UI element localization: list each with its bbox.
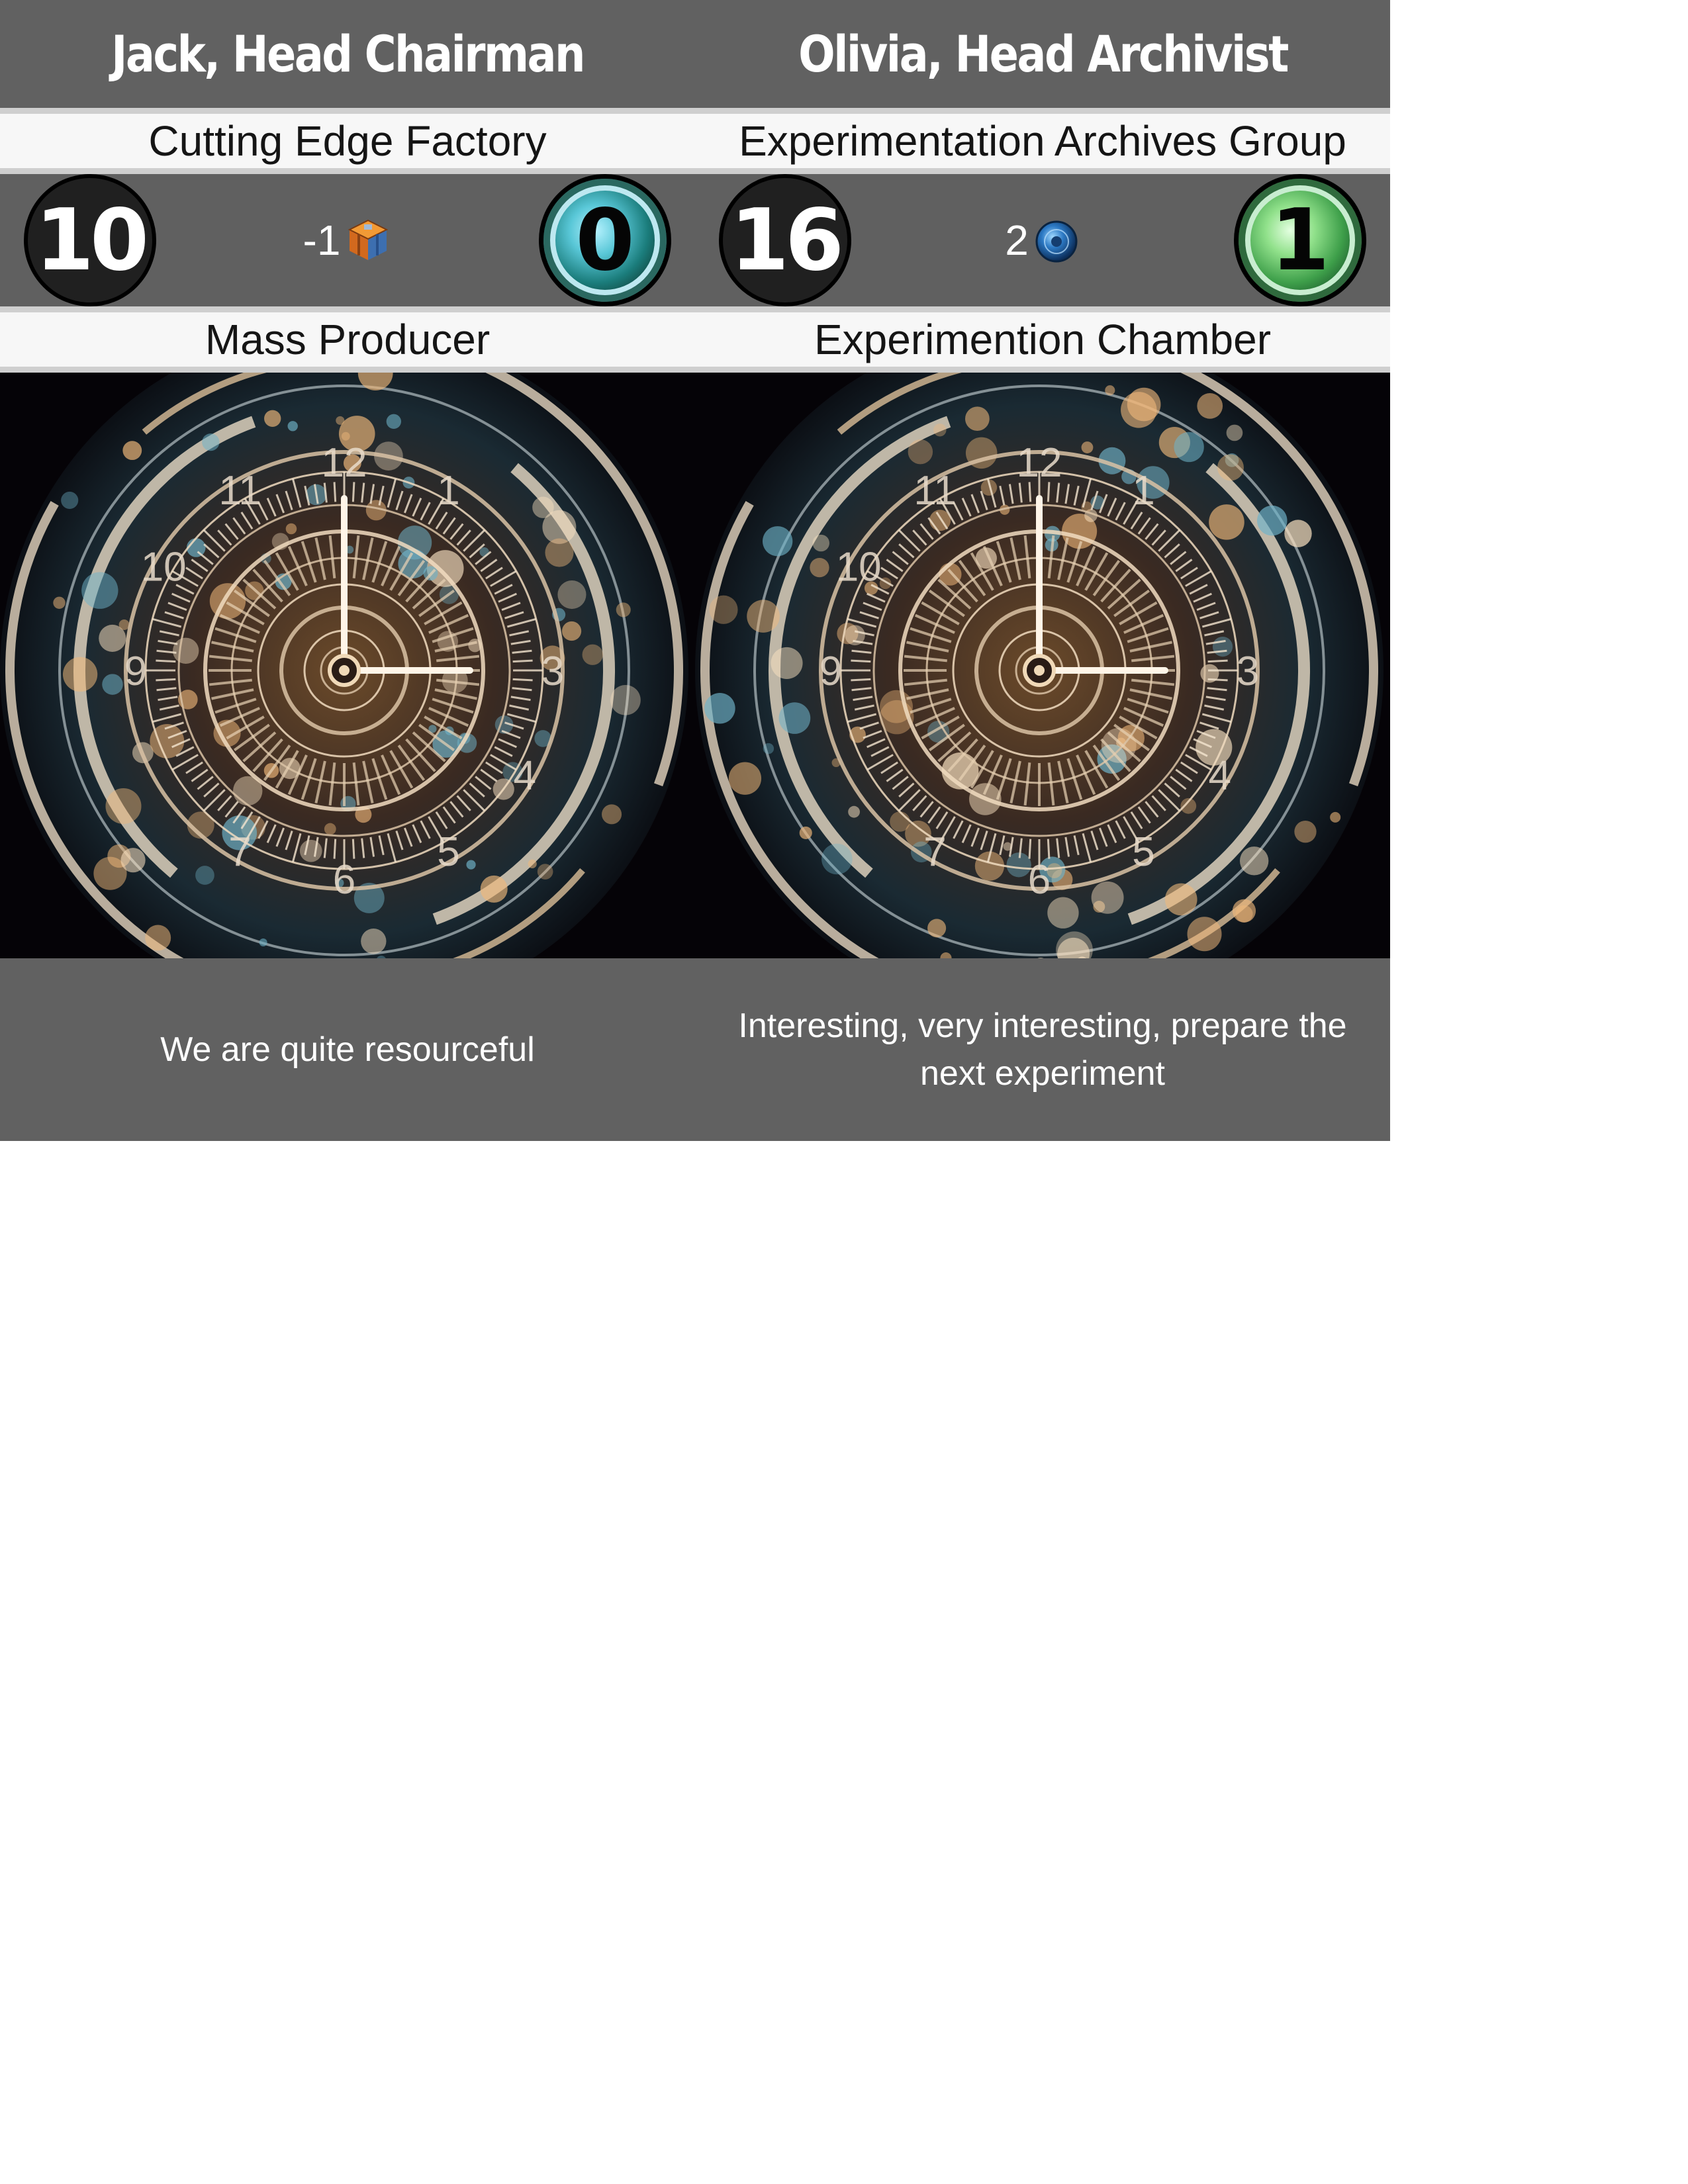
power-badge: 0: [539, 174, 671, 306]
card-faction: Experimentation Archives Group: [695, 108, 1390, 174]
cost-badge: 16: [719, 174, 851, 306]
card-title: Jack, Head Chairman: [0, 0, 695, 107]
clock-numeral: 12: [1017, 440, 1062, 486]
clock-numeral: 1: [437, 468, 459, 514]
power-badge: 1: [1234, 174, 1366, 306]
card-stats: 16 2 1: [695, 174, 1390, 306]
clock-numeral: 10: [836, 545, 882, 590]
clock-art-image: 12 1 3 4 5 6 7 9 10 11: [0, 373, 695, 958]
clock-numeral: 12: [322, 440, 367, 486]
card-faction: Cutting Edge Factory: [0, 108, 695, 174]
card-olivia[interactable]: Olivia, Head Archivist Experimentation A…: [695, 0, 1390, 1141]
card-ability: Mass Producer: [0, 306, 695, 373]
clock-numeral: 3: [541, 649, 564, 694]
clock-numeral: 5: [437, 829, 459, 875]
crate-icon: [348, 219, 389, 260]
clock-numeral: 4: [1209, 753, 1231, 799]
clock-numeral: 6: [1028, 857, 1051, 903]
clock-numeral: 10: [141, 545, 187, 590]
clock-numeral: 9: [820, 649, 842, 694]
cost-badge: 10: [24, 174, 156, 306]
clock-numeral: 9: [124, 649, 147, 694]
card-art: 12 1 3 4 5 6 7 9 10 11: [0, 373, 695, 958]
card-ability: Experimention Chamber: [695, 306, 1390, 373]
card-sheet: Jack, Head Chairman Cutting Edge Factory…: [0, 0, 1390, 1141]
card-flavor-text: Interesting, very interesting, prepare t…: [695, 958, 1390, 1141]
income-value: -1: [303, 216, 341, 264]
clock-numeral: 7: [228, 829, 251, 875]
clock-numeral: 1: [1132, 468, 1154, 514]
income-display: -1: [281, 210, 414, 270]
clock-numeral: 11: [914, 468, 956, 514]
clock-numeral: 7: [923, 829, 946, 875]
clock-numeral: 4: [514, 753, 536, 799]
clock-numeral: 6: [333, 857, 355, 903]
card-flavor-text: We are quite resourceful: [0, 958, 695, 1141]
card-title: Olivia, Head Archivist: [695, 0, 1390, 107]
clock-art-image: 12 1 3 4 5 6 7 9 10 11: [695, 373, 1390, 958]
orb-icon: [1035, 220, 1078, 263]
clock-numeral: 5: [1132, 829, 1154, 875]
card-art: 12 1 3 4 5 6 7 9 10 11: [695, 373, 1390, 958]
card-jack[interactable]: Jack, Head Chairman Cutting Edge Factory…: [0, 0, 695, 1141]
card-stats: 10 -1 0: [0, 174, 695, 306]
income-display: 2: [976, 210, 1109, 270]
clock-numeral: 11: [218, 468, 261, 514]
clock-numeral: 3: [1237, 649, 1259, 694]
income-value: 2: [1005, 216, 1029, 264]
